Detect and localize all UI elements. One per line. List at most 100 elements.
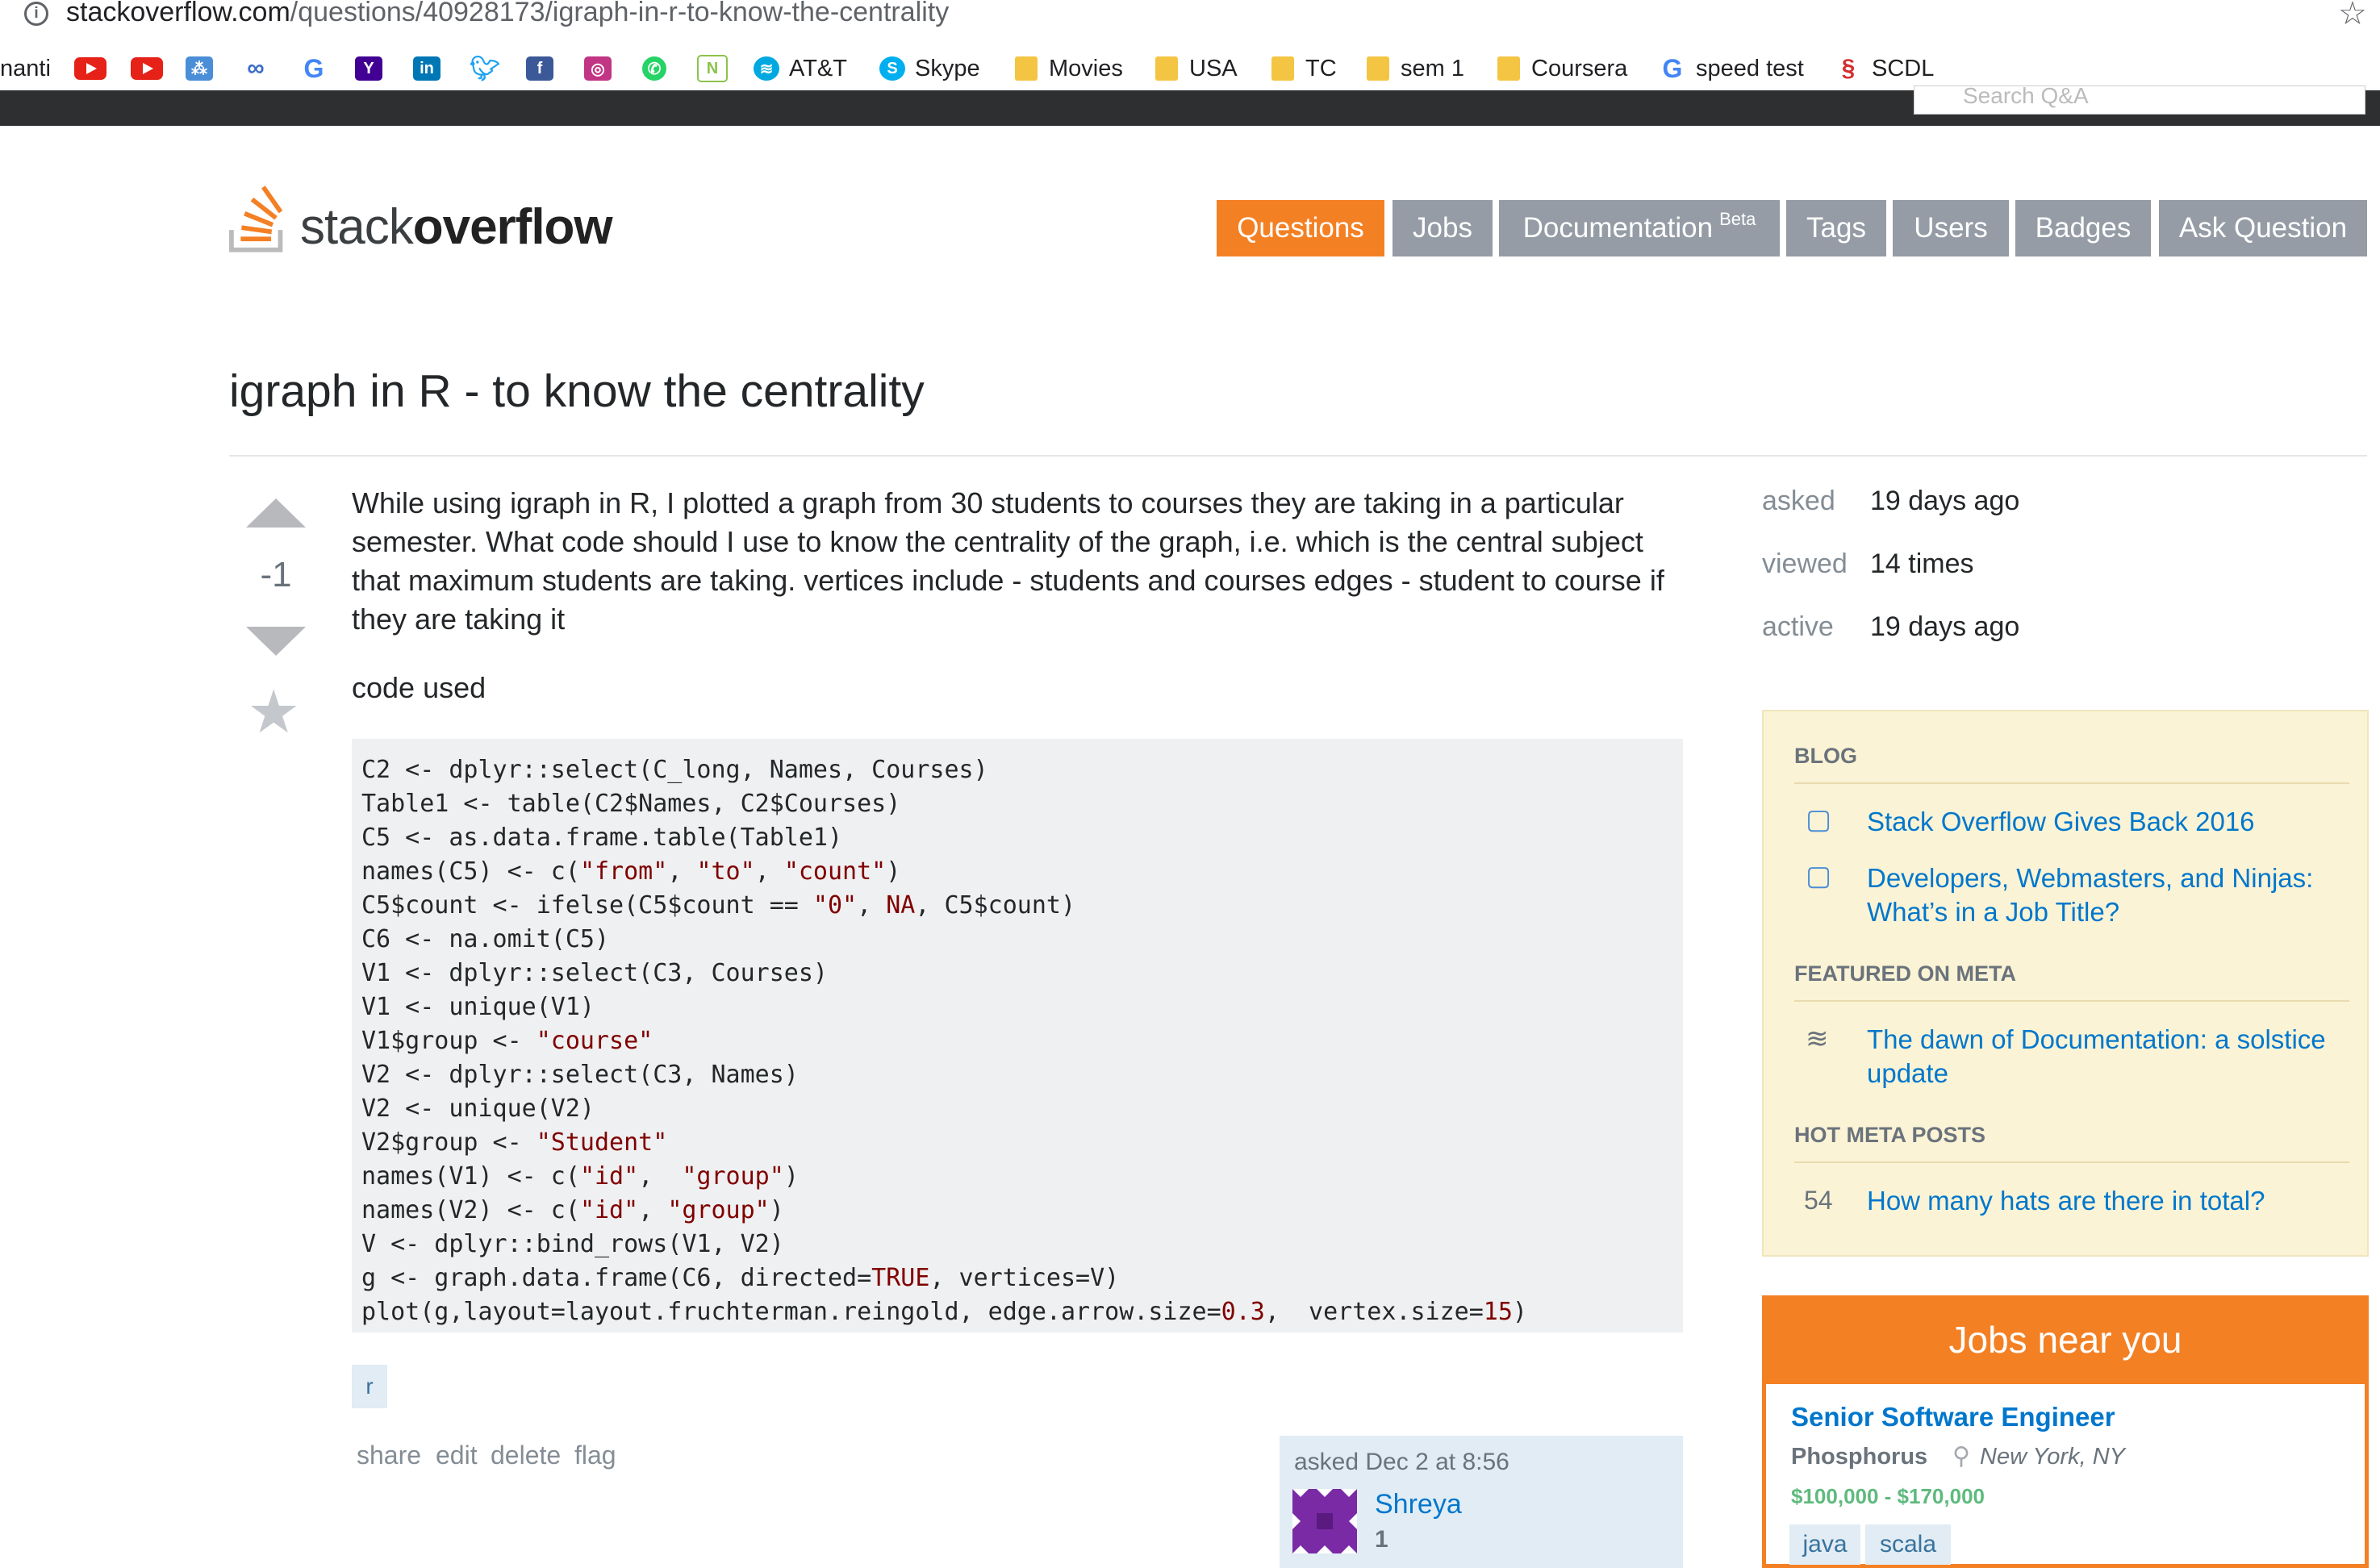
- avatar[interactable]: [1292, 1489, 1357, 1553]
- bookmark-speedtest[interactable]: Gspeed test: [1659, 48, 1804, 89]
- flag-link[interactable]: flag: [574, 1441, 616, 1470]
- job-company: Phosphorus: [1791, 1444, 1928, 1470]
- nav-tags[interactable]: Tags: [1786, 200, 1886, 256]
- code-line: C2 <- dplyr::select(C_long, Names, Cours…: [361, 756, 988, 784]
- hot-meta-count: 54: [1804, 1186, 1833, 1215]
- bookmarks-bar: nanti ⁂ ∞ G Y in 🐦︎ f ◎ ✆ N ≋ AT&T S Skype…: [0, 48, 2380, 89]
- job-salary: $100,000 - $170,000: [1791, 1484, 1985, 1508]
- divider: [1794, 1000, 2349, 1002]
- logo-wordmark[interactable]: stackoverflow: [300, 198, 613, 256]
- owner-name[interactable]: Shreya: [1375, 1489, 1462, 1520]
- edit-link[interactable]: edit: [436, 1441, 478, 1470]
- divider: [229, 455, 2367, 457]
- search-input[interactable]: Search Q&A: [1914, 85, 2365, 115]
- code-line: V1 <- unique(V1): [361, 993, 595, 1021]
- bookmark-label: USA: [1189, 55, 1238, 81]
- delete-link[interactable]: delete: [491, 1441, 561, 1470]
- bookmark-att[interactable]: ≋ AT&T: [754, 48, 847, 89]
- stat-asked-label: asked: [1762, 486, 1835, 516]
- nav-jobs[interactable]: Jobs: [1393, 200, 1493, 256]
- hot-meta-heading: HOT META POSTS: [1794, 1123, 1986, 1147]
- meta-link-1[interactable]: The dawn of Documentation: a solstice up…: [1867, 1023, 2351, 1091]
- job-title-link[interactable]: Senior Software Engineer: [1791, 1402, 2115, 1432]
- nav-documentation[interactable]: Documentation Beta: [1499, 200, 1780, 256]
- question-title[interactable]: igraph in R - to know the centrality: [229, 365, 925, 418]
- divider: [1794, 1161, 2349, 1163]
- upvote-arrow-icon[interactable]: [246, 498, 306, 528]
- infinity-icon[interactable]: ∞: [242, 48, 279, 89]
- job-tag[interactable]: java: [1789, 1524, 1860, 1565]
- code-line: C5$count <- ifelse(C5$count == "0", NA, …: [361, 891, 1076, 920]
- facebook-icon[interactable]: f: [526, 48, 563, 89]
- bookmark-usa[interactable]: USA: [1155, 48, 1238, 89]
- hot-meta-link-1[interactable]: How many hats are there in total?: [1867, 1184, 2351, 1218]
- stackoverflow-logo-icon[interactable]: [228, 184, 300, 263]
- bookmark-movies[interactable]: Movies: [1015, 48, 1123, 89]
- beta-badge: Beta: [1719, 209, 1756, 229]
- bookmark-star-icon[interactable]: ☆: [2338, 0, 2367, 32]
- code-line: V1$group <- "course": [361, 1027, 653, 1055]
- linkedin-icon[interactable]: in: [413, 48, 450, 89]
- url-path: /questions/40928173/igraph-in-r-to-know-…: [290, 0, 950, 27]
- jobs-heading-text: Jobs near you: [1948, 1319, 2182, 1361]
- bookmark-coursera[interactable]: Coursera: [1497, 48, 1627, 89]
- code-line: names(V2) <- c("id", "group"): [361, 1196, 784, 1224]
- blog-link-1[interactable]: Stack Overflow Gives Back 2016: [1867, 805, 2351, 839]
- nav-label: Badges: [2035, 212, 2132, 244]
- whatsapp-icon[interactable]: ✆: [642, 48, 676, 89]
- search-placeholder: Search Q&A: [1963, 85, 2089, 108]
- google-icon[interactable]: G: [300, 48, 337, 89]
- url-host: stackoverflow.com: [66, 0, 290, 27]
- network-icon[interactable]: ⁂: [186, 48, 223, 89]
- bookmark-label: AT&T: [789, 55, 847, 81]
- youtube-icon[interactable]: [74, 48, 106, 89]
- nav-badges[interactable]: Badges: [2015, 200, 2151, 256]
- info-icon[interactable]: i: [24, 2, 48, 26]
- youtube-icon[interactable]: [131, 48, 163, 89]
- job-tag[interactable]: scala: [1865, 1524, 1951, 1565]
- bookmark-label: SCDL: [1872, 55, 1935, 81]
- folder-icon: [1015, 56, 1038, 81]
- nav-label: Documentation: [1522, 212, 1714, 244]
- nav-label: Users: [1914, 212, 1988, 244]
- bookmark-skype[interactable]: S Skype: [879, 48, 980, 89]
- bookmark-label: Coursera: [1531, 55, 1628, 81]
- code-block[interactable]: C2 <- dplyr::select(C_long, Names, Cours…: [352, 739, 1683, 1332]
- bookmark-sem1[interactable]: sem 1: [1367, 48, 1464, 89]
- share-link[interactable]: share: [357, 1441, 421, 1470]
- code-line: plot(g,layout=layout.fruchterman.reingol…: [361, 1298, 1527, 1326]
- nav-questions[interactable]: Questions: [1217, 200, 1384, 256]
- meta-heading: FEATURED ON META: [1794, 961, 2016, 986]
- stat-asked-value: 19 days ago: [1870, 486, 2020, 516]
- bookmark-tc[interactable]: TC: [1271, 48, 1337, 89]
- asked-time: asked Dec 2 at 8:56: [1294, 1449, 1509, 1475]
- logo-light: stack: [300, 199, 414, 255]
- folder-icon: [1155, 56, 1178, 81]
- nav-label: Tags: [1806, 212, 1866, 244]
- code-line: C6 <- na.omit(C5): [361, 925, 610, 953]
- url-text[interactable]: stackoverflow.com/questions/40928173/igr…: [66, 0, 949, 28]
- nav-users[interactable]: Users: [1893, 200, 2009, 256]
- stat-viewed-label: viewed: [1762, 548, 1848, 579]
- bookmark-truncated[interactable]: nanti: [0, 48, 51, 89]
- downvote-arrow-icon[interactable]: [246, 627, 306, 656]
- logo-bold: overflow: [412, 199, 613, 255]
- twitter-icon[interactable]: 🐦︎: [470, 48, 508, 89]
- code-line: g <- graph.data.frame(C6, directed=TRUE,…: [361, 1264, 1120, 1292]
- n-icon[interactable]: N: [697, 48, 737, 89]
- instagram-icon[interactable]: ◎: [584, 48, 621, 89]
- bookmark-label: TC: [1305, 55, 1337, 81]
- favorite-star-icon[interactable]: ★: [247, 682, 300, 742]
- ask-question-button[interactable]: Ask Question: [2159, 200, 2367, 256]
- stat-active-value[interactable]: 19 days ago: [1870, 611, 2019, 643]
- blog-link-2[interactable]: Developers, Webmasters, and Ninjas: What…: [1867, 861, 2351, 929]
- yahoo-icon[interactable]: Y: [355, 48, 392, 89]
- code-line: V2 <- unique(V2): [361, 1095, 595, 1123]
- jobs-heading[interactable]: Jobs near you: [1762, 1295, 2369, 1384]
- code-line: V <- dplyr::bind_rows(V1, V2): [361, 1230, 784, 1258]
- stat-active-label: active: [1762, 611, 1834, 642]
- tag-r[interactable]: r: [352, 1365, 387, 1408]
- speech-bubble-icon: ▢: [1806, 804, 1832, 835]
- bookmark-scdl[interactable]: § SCDL: [1835, 48, 1935, 89]
- location-pin-icon: ⚲: [1952, 1443, 1970, 1470]
